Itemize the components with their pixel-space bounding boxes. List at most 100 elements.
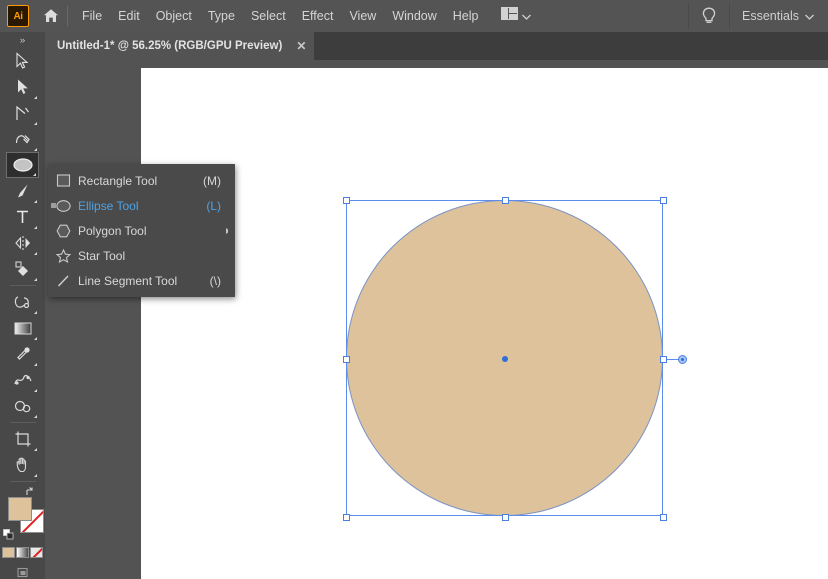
flyout-tearoff-strip[interactable]	[228, 164, 235, 297]
flyout-item-rectangle-tool[interactable]: Rectangle Tool (M)	[48, 168, 235, 193]
selection-bounding-box	[343, 197, 687, 521]
eyedropper-tool[interactable]	[6, 341, 39, 367]
menu-bar: Ai File Edit Object Type Select Effect V…	[0, 0, 828, 32]
tool-group-indicator	[34, 389, 37, 392]
selection-tool[interactable]	[6, 48, 39, 74]
pie-widget-handle[interactable]	[678, 355, 687, 364]
handle-middle-left[interactable]	[343, 356, 350, 363]
arrange-documents-icon	[500, 7, 518, 25]
blend-tool[interactable]	[6, 367, 39, 393]
document-tab-bar: Untitled-1* @ 56.25% (RGB/GPU Preview) ✕	[0, 32, 828, 60]
tool-group-indicator	[34, 226, 37, 229]
flyout-item-ellipse-tool[interactable]: Ellipse Tool (L)	[48, 193, 235, 218]
menu-effect[interactable]: Effect	[294, 4, 342, 28]
arrange-documents-button[interactable]	[494, 3, 538, 29]
menu-help[interactable]: Help	[445, 4, 487, 28]
tools-panel: »	[0, 32, 45, 579]
double-chevron-right-icon[interactable]: »	[0, 32, 45, 48]
tool-group-indicator	[33, 173, 36, 176]
shape-builder-tool[interactable]	[6, 256, 39, 282]
flyout-label: Line Segment Tool	[78, 273, 178, 288]
home-icon[interactable]	[41, 6, 61, 26]
tool-divider	[9, 285, 36, 286]
perspective-grid-tool[interactable]	[6, 289, 39, 315]
pie-widget-handle-center	[681, 358, 684, 361]
symbol-sprayer-tool[interactable]	[6, 393, 39, 419]
ellipse-tool[interactable]	[6, 152, 39, 178]
reflect-tool[interactable]	[6, 230, 39, 256]
menu-file[interactable]: File	[74, 4, 110, 28]
gradient-mode-button[interactable]	[16, 547, 29, 558]
fill-swatch[interactable]	[8, 497, 32, 521]
hand-tool[interactable]	[6, 452, 39, 478]
drawing-modes-icon[interactable]	[0, 566, 45, 579]
none-mode-button[interactable]	[30, 547, 43, 558]
tool-group-indicator	[34, 311, 37, 314]
tool-divider	[9, 422, 36, 423]
flyout-item-star-tool[interactable]: Star Tool	[48, 243, 235, 268]
handle-top-center[interactable]	[502, 197, 509, 204]
default-fill-stroke-icon[interactable]	[3, 527, 14, 540]
tool-group-indicator	[34, 474, 37, 477]
tool-group-indicator	[34, 252, 37, 255]
color-mode-button[interactable]	[2, 547, 15, 558]
tool-divider	[9, 481, 36, 482]
center-anchor[interactable]	[502, 356, 508, 362]
handle-top-right[interactable]	[660, 197, 667, 204]
chevron-down-icon	[521, 7, 531, 25]
polygon-icon	[48, 224, 78, 238]
menu-edit[interactable]: Edit	[110, 4, 148, 28]
discover-bulb-icon[interactable]	[689, 6, 729, 26]
menu-window[interactable]: Window	[384, 4, 444, 28]
tool-group-indicator	[34, 148, 37, 151]
artboard[interactable]	[141, 68, 828, 579]
curvature-tool[interactable]	[6, 126, 39, 152]
flyout-item-line-segment-tool[interactable]: Line Segment Tool (\)	[48, 268, 235, 293]
handle-top-left[interactable]	[343, 197, 350, 204]
chevron-down-icon	[805, 9, 814, 23]
type-tool[interactable]	[6, 204, 39, 230]
fill-mode-row	[0, 547, 45, 558]
canvas-work-area[interactable]	[45, 60, 828, 579]
tool-group-indicator	[34, 200, 37, 203]
tool-group-indicator	[34, 96, 37, 99]
handle-bottom-right[interactable]	[660, 514, 667, 521]
direct-selection-tool[interactable]	[6, 74, 39, 100]
fill-stroke-control	[0, 485, 45, 541]
handle-bottom-center[interactable]	[502, 514, 509, 521]
flyout-label: Polygon Tool	[78, 223, 147, 238]
tool-group-indicator	[34, 415, 37, 418]
star-icon	[48, 248, 78, 263]
flyout-item-polygon-tool[interactable]: Polygon Tool	[48, 218, 235, 243]
menu-object[interactable]: Object	[148, 4, 200, 28]
menu-type[interactable]: Type	[200, 4, 243, 28]
swap-fill-stroke-icon[interactable]	[25, 485, 37, 497]
menu-view[interactable]: View	[341, 4, 384, 28]
flyout-label: Star Tool	[78, 248, 126, 263]
tool-group-indicator	[34, 448, 37, 451]
menu-select[interactable]: Select	[243, 4, 294, 28]
app-logo-icon[interactable]: Ai	[7, 5, 29, 27]
menu-bar-right: Essentials	[688, 0, 828, 32]
workspace-label: Essentials	[742, 9, 799, 23]
paintbrush-tool[interactable]	[6, 178, 39, 204]
shape-tools-flyout[interactable]: Rectangle Tool (M) Ellipse Tool (L) Poly…	[48, 164, 235, 297]
line-segment-icon	[48, 274, 78, 288]
tool-group-indicator	[34, 337, 37, 340]
flyout-label: Ellipse Tool	[78, 198, 139, 213]
handle-bottom-left[interactable]	[343, 514, 350, 521]
tool-group-indicator	[34, 278, 37, 281]
gradient-tool[interactable]	[6, 315, 39, 341]
document-tab-title: Untitled-1* @ 56.25% (RGB/GPU Preview)	[57, 40, 283, 52]
illustrator-window: Ai File Edit Object Type Select Effect V…	[0, 0, 828, 579]
menu-divider	[67, 6, 68, 26]
rectangle-icon	[48, 174, 78, 187]
document-tab[interactable]: Untitled-1* @ 56.25% (RGB/GPU Preview) ✕	[45, 32, 315, 60]
none-indicator	[31, 548, 42, 557]
close-icon[interactable]: ✕	[296, 39, 306, 53]
handle-middle-right[interactable]	[660, 356, 667, 363]
pen-tool[interactable]	[6, 100, 39, 126]
artboard-tool[interactable]	[6, 426, 39, 452]
tool-group-indicator	[34, 122, 37, 125]
workspace-switcher[interactable]: Essentials	[730, 4, 828, 28]
